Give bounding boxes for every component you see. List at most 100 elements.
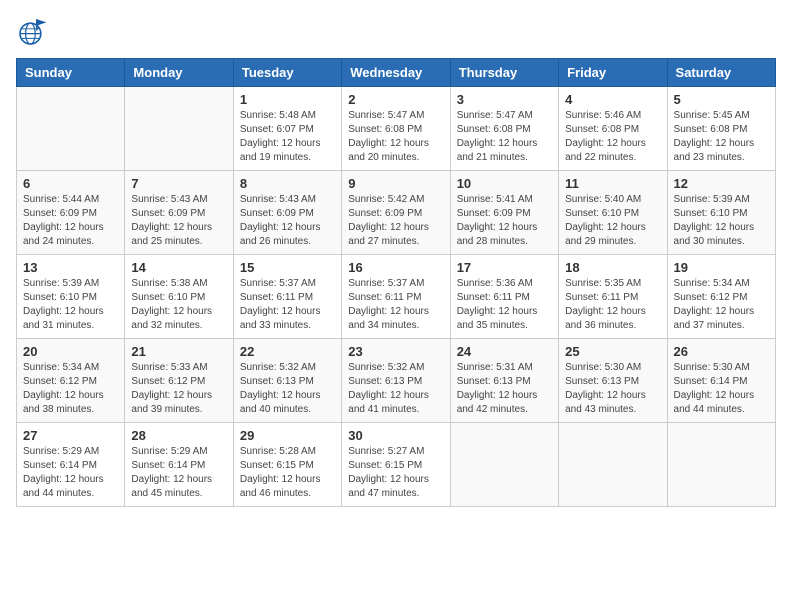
calendar-cell: 7 Sunrise: 5:43 AM Sunset: 6:09 PM Daylig… bbox=[125, 171, 233, 255]
day-info: Sunrise: 5:48 AM Sunset: 6:07 PM Dayligh… bbox=[240, 109, 335, 165]
day-info: Sunrise: 5:43 AM Sunset: 6:09 PM Dayligh… bbox=[131, 193, 226, 249]
day-number: 30 bbox=[348, 428, 443, 443]
calendar-cell: 17 Sunrise: 5:36 AM Sunset: 6:11 PM Dayli… bbox=[450, 255, 558, 339]
day-info: Sunrise: 5:32 AM Sunset: 6:13 PM Dayligh… bbox=[240, 361, 335, 417]
day-number: 23 bbox=[348, 344, 443, 359]
day-number: 21 bbox=[131, 344, 226, 359]
day-number: 17 bbox=[457, 260, 552, 275]
day-number: 25 bbox=[565, 344, 660, 359]
day-number: 29 bbox=[240, 428, 335, 443]
day-info: Sunrise: 5:29 AM Sunset: 6:14 PM Dayligh… bbox=[131, 445, 226, 501]
weekday-header-thursday: Thursday bbox=[450, 59, 558, 87]
day-number: 26 bbox=[674, 344, 769, 359]
logo-icon bbox=[16, 16, 48, 48]
day-number: 5 bbox=[674, 92, 769, 107]
day-info: Sunrise: 5:38 AM Sunset: 6:10 PM Dayligh… bbox=[131, 277, 226, 333]
day-number: 27 bbox=[23, 428, 118, 443]
weekday-header-wednesday: Wednesday bbox=[342, 59, 450, 87]
day-info: Sunrise: 5:46 AM Sunset: 6:08 PM Dayligh… bbox=[565, 109, 660, 165]
calendar-week-4: 20 Sunrise: 5:34 AM Sunset: 6:12 PM Dayli… bbox=[17, 339, 776, 423]
calendar-cell bbox=[17, 87, 125, 171]
day-info: Sunrise: 5:43 AM Sunset: 6:09 PM Dayligh… bbox=[240, 193, 335, 249]
day-number: 2 bbox=[348, 92, 443, 107]
calendar-week-3: 13 Sunrise: 5:39 AM Sunset: 6:10 PM Dayli… bbox=[17, 255, 776, 339]
calendar-cell: 8 Sunrise: 5:43 AM Sunset: 6:09 PM Daylig… bbox=[233, 171, 341, 255]
calendar-cell: 5 Sunrise: 5:45 AM Sunset: 6:08 PM Daylig… bbox=[667, 87, 775, 171]
calendar-cell: 11 Sunrise: 5:40 AM Sunset: 6:10 PM Dayli… bbox=[559, 171, 667, 255]
calendar-week-1: 1 Sunrise: 5:48 AM Sunset: 6:07 PM Daylig… bbox=[17, 87, 776, 171]
calendar-cell: 14 Sunrise: 5:38 AM Sunset: 6:10 PM Dayli… bbox=[125, 255, 233, 339]
day-number: 13 bbox=[23, 260, 118, 275]
day-number: 11 bbox=[565, 176, 660, 191]
calendar-cell: 12 Sunrise: 5:39 AM Sunset: 6:10 PM Dayli… bbox=[667, 171, 775, 255]
calendar-cell: 9Sunrise: 5:42 AM Sunset: 6:09 PM Daylig… bbox=[342, 171, 450, 255]
day-number: 8 bbox=[240, 176, 335, 191]
calendar-table: SundayMondayTuesdayWednesdayThursdayFrid… bbox=[16, 58, 776, 507]
logo bbox=[16, 16, 54, 48]
day-info: Sunrise: 5:44 AM Sunset: 6:09 PM Dayligh… bbox=[23, 193, 118, 249]
day-info: Sunrise: 5:40 AM Sunset: 6:10 PM Dayligh… bbox=[565, 193, 660, 249]
calendar-cell bbox=[450, 423, 558, 507]
calendar-cell: 4 Sunrise: 5:46 AM Sunset: 6:08 PM Daylig… bbox=[559, 87, 667, 171]
calendar-cell: 23 Sunrise: 5:32 AM Sunset: 6:13 PM Dayli… bbox=[342, 339, 450, 423]
day-info: Sunrise: 5:29 AM Sunset: 6:14 PM Dayligh… bbox=[23, 445, 118, 501]
day-info: Sunrise: 5:39 AM Sunset: 6:10 PM Dayligh… bbox=[674, 193, 769, 249]
calendar-cell: 3Sunrise: 5:47 AM Sunset: 6:08 PM Daylig… bbox=[450, 87, 558, 171]
calendar-cell: 13 Sunrise: 5:39 AM Sunset: 6:10 PM Dayli… bbox=[17, 255, 125, 339]
calendar-cell: 22 Sunrise: 5:32 AM Sunset: 6:13 PM Dayli… bbox=[233, 339, 341, 423]
day-info: Sunrise: 5:34 AM Sunset: 6:12 PM Dayligh… bbox=[23, 361, 118, 417]
day-info: Sunrise: 5:33 AM Sunset: 6:12 PM Dayligh… bbox=[131, 361, 226, 417]
calendar-cell: 20 Sunrise: 5:34 AM Sunset: 6:12 PM Dayli… bbox=[17, 339, 125, 423]
day-number: 16 bbox=[348, 260, 443, 275]
day-number: 14 bbox=[131, 260, 226, 275]
day-info: Sunrise: 5:39 AM Sunset: 6:10 PM Dayligh… bbox=[23, 277, 118, 333]
calendar-cell: 18 Sunrise: 5:35 AM Sunset: 6:11 PM Dayli… bbox=[559, 255, 667, 339]
day-number: 1 bbox=[240, 92, 335, 107]
calendar-cell: 1 Sunrise: 5:48 AM Sunset: 6:07 PM Daylig… bbox=[233, 87, 341, 171]
day-number: 18 bbox=[565, 260, 660, 275]
day-info: Sunrise: 5:34 AM Sunset: 6:12 PM Dayligh… bbox=[674, 277, 769, 333]
day-info: Sunrise: 5:37 AM Sunset: 6:11 PM Dayligh… bbox=[240, 277, 335, 333]
calendar-cell: 30 Sunrise: 5:27 AM Sunset: 6:15 PM Dayli… bbox=[342, 423, 450, 507]
calendar-cell: 24 Sunrise: 5:31 AM Sunset: 6:13 PM Dayli… bbox=[450, 339, 558, 423]
day-info: Sunrise: 5:35 AM Sunset: 6:11 PM Dayligh… bbox=[565, 277, 660, 333]
day-number: 12 bbox=[674, 176, 769, 191]
day-info: Sunrise: 5:30 AM Sunset: 6:14 PM Dayligh… bbox=[674, 361, 769, 417]
calendar-cell bbox=[559, 423, 667, 507]
day-number: 24 bbox=[457, 344, 552, 359]
day-number: 22 bbox=[240, 344, 335, 359]
day-number: 10 bbox=[457, 176, 552, 191]
day-info: Sunrise: 5:47 AM Sunset: 6:08 PM Dayligh… bbox=[457, 109, 552, 165]
day-info: Sunrise: 5:32 AM Sunset: 6:13 PM Dayligh… bbox=[348, 361, 443, 417]
weekday-header-saturday: Saturday bbox=[667, 59, 775, 87]
calendar-cell: 15 Sunrise: 5:37 AM Sunset: 6:11 PM Dayli… bbox=[233, 255, 341, 339]
day-info: Sunrise: 5:47 AM Sunset: 6:08 PM Dayligh… bbox=[348, 109, 443, 165]
day-info: Sunrise: 5:45 AM Sunset: 6:08 PM Dayligh… bbox=[674, 109, 769, 165]
calendar-cell: 21 Sunrise: 5:33 AM Sunset: 6:12 PM Dayli… bbox=[125, 339, 233, 423]
day-info: Sunrise: 5:37 AM Sunset: 6:11 PM Dayligh… bbox=[348, 277, 443, 333]
calendar-cell bbox=[667, 423, 775, 507]
day-info: Sunrise: 5:27 AM Sunset: 6:15 PM Dayligh… bbox=[348, 445, 443, 501]
day-info: Sunrise: 5:30 AM Sunset: 6:13 PM Dayligh… bbox=[565, 361, 660, 417]
calendar-week-5: 27 Sunrise: 5:29 AM Sunset: 6:14 PM Dayli… bbox=[17, 423, 776, 507]
calendar-cell: 16 Sunrise: 5:37 AM Sunset: 6:11 PM Dayli… bbox=[342, 255, 450, 339]
day-number: 20 bbox=[23, 344, 118, 359]
calendar-cell: 26 Sunrise: 5:30 AM Sunset: 6:14 PM Dayli… bbox=[667, 339, 775, 423]
weekday-header-sunday: Sunday bbox=[17, 59, 125, 87]
day-number: 6 bbox=[23, 176, 118, 191]
day-number: 15 bbox=[240, 260, 335, 275]
day-info: Sunrise: 5:28 AM Sunset: 6:15 PM Dayligh… bbox=[240, 445, 335, 501]
calendar-header-row: SundayMondayTuesdayWednesdayThursdayFrid… bbox=[17, 59, 776, 87]
day-info: Sunrise: 5:36 AM Sunset: 6:11 PM Dayligh… bbox=[457, 277, 552, 333]
day-number: 7 bbox=[131, 176, 226, 191]
day-number: 9 bbox=[348, 176, 443, 191]
weekday-header-tuesday: Tuesday bbox=[233, 59, 341, 87]
calendar-cell: 2 Sunrise: 5:47 AM Sunset: 6:08 PM Daylig… bbox=[342, 87, 450, 171]
calendar-cell: 10Sunrise: 5:41 AM Sunset: 6:09 PM Dayli… bbox=[450, 171, 558, 255]
day-number: 4 bbox=[565, 92, 660, 107]
calendar-cell: 27 Sunrise: 5:29 AM Sunset: 6:14 PM Dayli… bbox=[17, 423, 125, 507]
weekday-header-monday: Monday bbox=[125, 59, 233, 87]
page-header bbox=[16, 16, 776, 48]
calendar-cell: 25 Sunrise: 5:30 AM Sunset: 6:13 PM Dayli… bbox=[559, 339, 667, 423]
day-info: Sunrise: 5:31 AM Sunset: 6:13 PM Dayligh… bbox=[457, 361, 552, 417]
